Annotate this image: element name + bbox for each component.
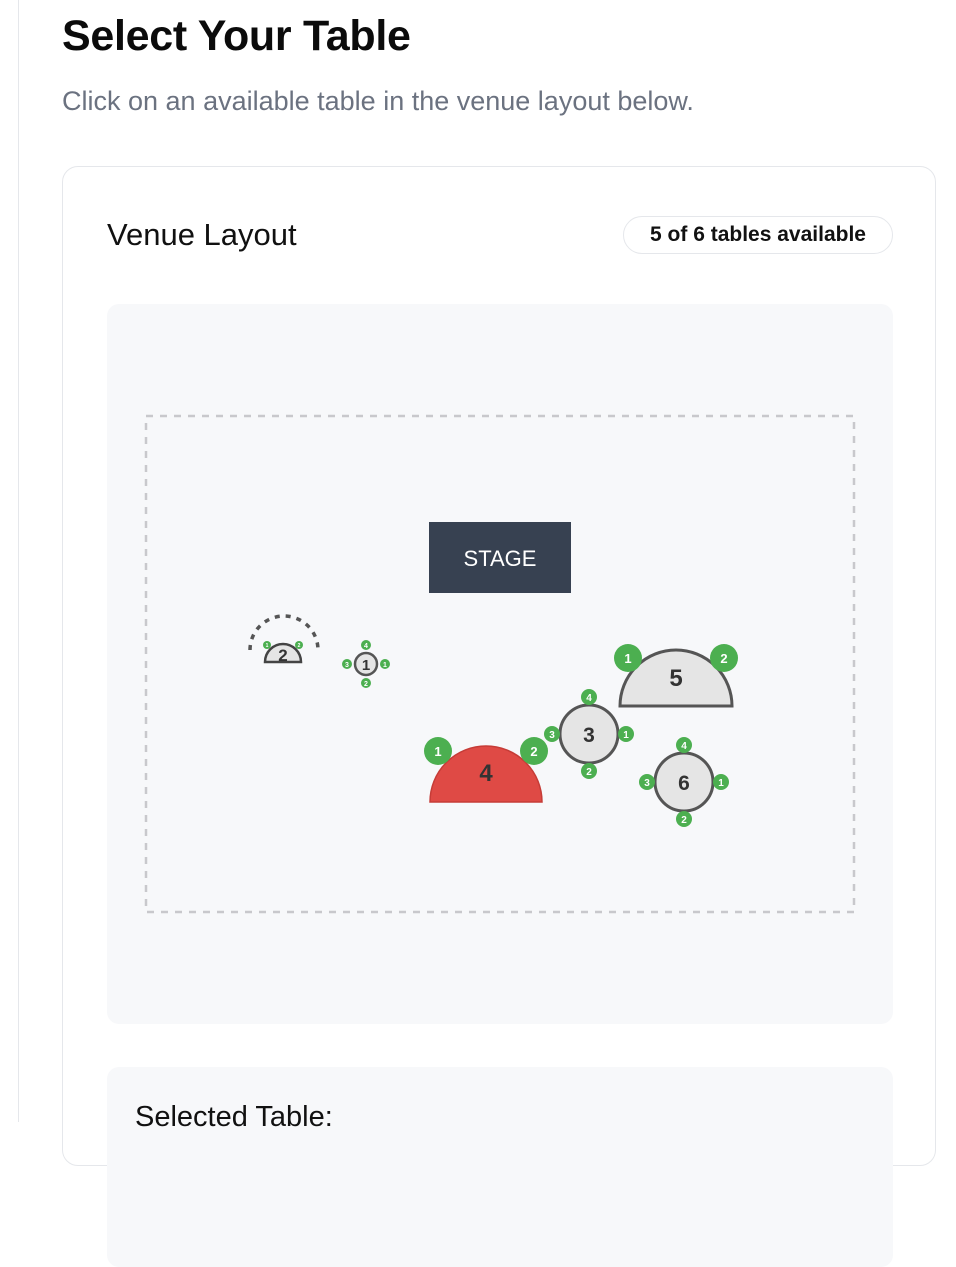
table-5-seat-2[interactable]: 2 (710, 644, 738, 672)
table-5-number: 5 (669, 665, 682, 692)
svg-text:2: 2 (530, 744, 537, 759)
table-5[interactable]: 5 1 2 (614, 644, 738, 708)
table-1-number: 1 (362, 657, 370, 674)
svg-text:1: 1 (718, 778, 724, 789)
table-4: 4 1 2 (424, 737, 548, 803)
table-6-number: 6 (678, 772, 690, 795)
table-1-seat-2[interactable]: 2 (361, 678, 371, 688)
table-6-seat-1[interactable]: 1 (713, 774, 729, 790)
table-2-seat-2[interactable]: 2 (295, 641, 303, 649)
svg-text:3: 3 (644, 778, 650, 789)
table-6-seat-2[interactable]: 2 (676, 811, 692, 827)
svg-text:2: 2 (586, 767, 592, 778)
svg-text:3: 3 (549, 730, 555, 741)
page-title: Select Your Table (62, 12, 411, 60)
table-6-seat-4[interactable]: 4 (676, 737, 692, 753)
left-border (18, 0, 19, 1122)
table-3-seat-4[interactable]: 4 (581, 689, 597, 705)
table-6[interactable]: 6 4 3 1 2 (639, 737, 729, 827)
stage-label: STAGE (464, 546, 537, 571)
table-4-seat-2: 2 (520, 737, 548, 765)
svg-text:1: 1 (624, 651, 631, 666)
page-subtitle: Click on an available table in the venue… (62, 86, 694, 116)
svg-text:4: 4 (364, 643, 368, 650)
table-3-number: 3 (583, 724, 595, 747)
venue-map: STAGE 2 1 2 1 4 3 1 2 5 1 2 3 4 3 1 2 4 … (144, 414, 856, 914)
svg-text:4: 4 (681, 741, 687, 752)
svg-text:1: 1 (383, 662, 387, 669)
svg-text:1: 1 (434, 744, 441, 759)
svg-text:3: 3 (345, 662, 349, 669)
svg-text:2: 2 (298, 643, 301, 649)
svg-text:4: 4 (586, 693, 592, 704)
venue-layout-title: Venue Layout (107, 217, 297, 252)
venue-layout-area: STAGE 2 1 2 1 4 3 1 2 5 1 2 3 4 3 1 2 4 … (107, 304, 893, 1024)
table-1-seat-3[interactable]: 3 (342, 659, 352, 669)
table-1-seat-4[interactable]: 4 (361, 640, 371, 650)
selected-table-panel: Selected Table: (107, 1067, 893, 1267)
svg-text:2: 2 (681, 815, 687, 826)
svg-text:1: 1 (623, 730, 629, 741)
table-1-seat-1[interactable]: 1 (380, 659, 390, 669)
svg-text:2: 2 (364, 681, 368, 688)
svg-text:2: 2 (720, 651, 727, 666)
venue-card: Venue Layout 5 of 6 tables available STA… (62, 166, 936, 1267)
table-3-seat-1[interactable]: 1 (618, 726, 634, 742)
selected-table-label: Selected Table: (135, 1101, 333, 1133)
table-4-seat-1: 1 (424, 737, 452, 765)
table-3-seat-3[interactable]: 3 (544, 726, 560, 742)
table-4-number: 4 (479, 760, 493, 787)
table-5-seat-1[interactable]: 1 (614, 644, 642, 672)
venue-boundary (144, 414, 856, 914)
stage: STAGE (429, 522, 571, 593)
svg-text:1: 1 (266, 643, 269, 649)
table-6-seat-3[interactable]: 3 (639, 774, 655, 790)
table-2[interactable]: 2 1 2 (248, 614, 320, 665)
table-2-number: 2 (278, 646, 287, 665)
table-1[interactable]: 1 4 3 1 2 (342, 640, 390, 688)
table-3-seat-2[interactable]: 2 (581, 763, 597, 779)
table-2-seat-1[interactable]: 1 (263, 641, 271, 649)
availability-badge: 5 of 6 tables available (623, 216, 893, 254)
